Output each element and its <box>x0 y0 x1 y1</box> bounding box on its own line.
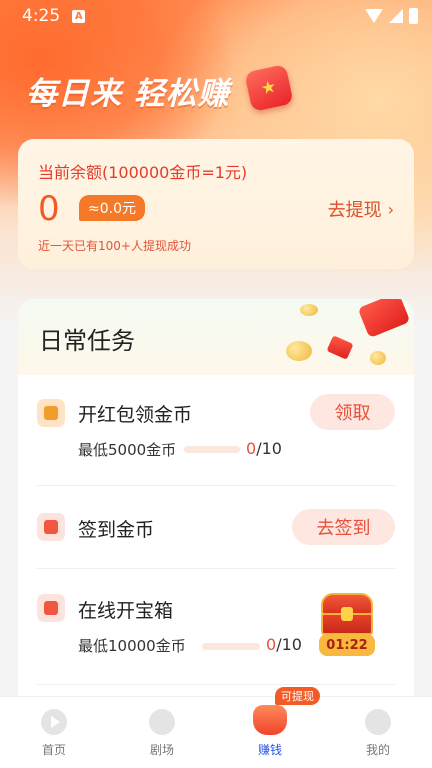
task-progress-text: 0/10 <box>246 439 282 458</box>
nav-item-profile[interactable]: 我的 <box>324 697 432 768</box>
coin-icon <box>300 304 318 316</box>
chevron-right-icon: › <box>387 199 394 219</box>
balance-value: 0 <box>38 189 60 229</box>
task-name: 在线开宝箱 <box>78 600 174 622</box>
task-name: 签到金币 <box>78 519 155 541</box>
task-progress-bar <box>184 446 240 453</box>
nav-label: 剧场 <box>149 743 174 757</box>
red-envelope-icon <box>326 335 354 360</box>
status-icons <box>365 8 418 24</box>
task-progress-bar <box>202 643 260 650</box>
task-row-checkin: 签到金币 去签到 <box>18 486 414 568</box>
status-time: 4:25 <box>22 6 61 26</box>
notification-app-icon: A <box>72 9 86 23</box>
chest-timer: 01:22 <box>319 634 375 656</box>
nav-item-home[interactable]: 首页 <box>0 697 108 768</box>
tasks-title: 日常任务 <box>39 327 135 355</box>
task-row-red-envelope: 开红包领金币 最低5000金币 0/10 领取 <box>18 375 414 485</box>
bottom-nav: 首页 剧场 赚钱 我的 <box>0 696 432 768</box>
balance-note: 近一天已有100+人提现成功 <box>38 239 191 253</box>
profile-icon <box>365 709 391 735</box>
withdraw-link[interactable]: 去提现 › <box>328 196 394 222</box>
claim-button[interactable]: 领取 <box>310 394 395 430</box>
money-bag-icon <box>253 705 287 735</box>
balance-card: 当前余额(100000金币=1元) 0 ≈0.0元 去提现 › 近一天已有100… <box>18 139 414 269</box>
progress-total: /10 <box>256 439 282 458</box>
play-icon <box>41 709 67 735</box>
film-reel-icon <box>149 709 175 735</box>
nav-label: 我的 <box>365 743 390 757</box>
tasks-header: 日常任务 <box>18 299 414 375</box>
task-name: 开红包领金币 <box>78 404 193 426</box>
daily-tasks-card: 日常任务 开红包领金币 最低5000金币 0/10 领取 签到金币 去签到 在线… <box>18 299 414 719</box>
status-bar: 4:25 A <box>0 0 432 32</box>
battery-icon <box>409 8 418 24</box>
wifi-icon <box>365 9 383 23</box>
balance-approx-badge: ≈0.0元 <box>79 195 145 221</box>
nav-item-earn[interactable]: 赚钱 <box>216 697 324 768</box>
balance-label: 当前余额(100000金币=1元) <box>38 163 248 182</box>
treasure-box-task-icon <box>37 594 65 622</box>
withdrawable-badge: 可提现 <box>275 687 320 705</box>
checkin-button[interactable]: 去签到 <box>292 509 395 545</box>
coin-icon <box>370 351 386 365</box>
nav-label: 赚钱 <box>257 743 282 757</box>
progress-current: 0 <box>266 635 277 654</box>
task-requirement: 最低5000金币 <box>78 441 177 459</box>
coin-icon <box>286 341 312 361</box>
divider <box>37 684 395 685</box>
hero-title: 每日来 轻松赚 <box>26 76 230 112</box>
nav-item-theater[interactable]: 剧场 <box>108 697 216 768</box>
task-progress-text: 0/10 <box>266 635 302 654</box>
progress-total: /10 <box>276 635 302 654</box>
task-row-treasure-chest: 在线开宝箱 最低10000金币 0/10 01:22 <box>18 569 414 684</box>
red-envelope-task-icon <box>37 399 65 427</box>
calendar-checkin-icon <box>37 513 65 541</box>
progress-current: 0 <box>246 439 257 458</box>
withdraw-label: 去提现 <box>327 200 382 221</box>
star-icon: ★ <box>259 76 279 100</box>
red-envelope-icon <box>357 299 411 339</box>
nav-label: 首页 <box>41 743 66 757</box>
signal-icon <box>389 9 403 23</box>
task-requirement: 最低10000金币 <box>78 637 186 655</box>
